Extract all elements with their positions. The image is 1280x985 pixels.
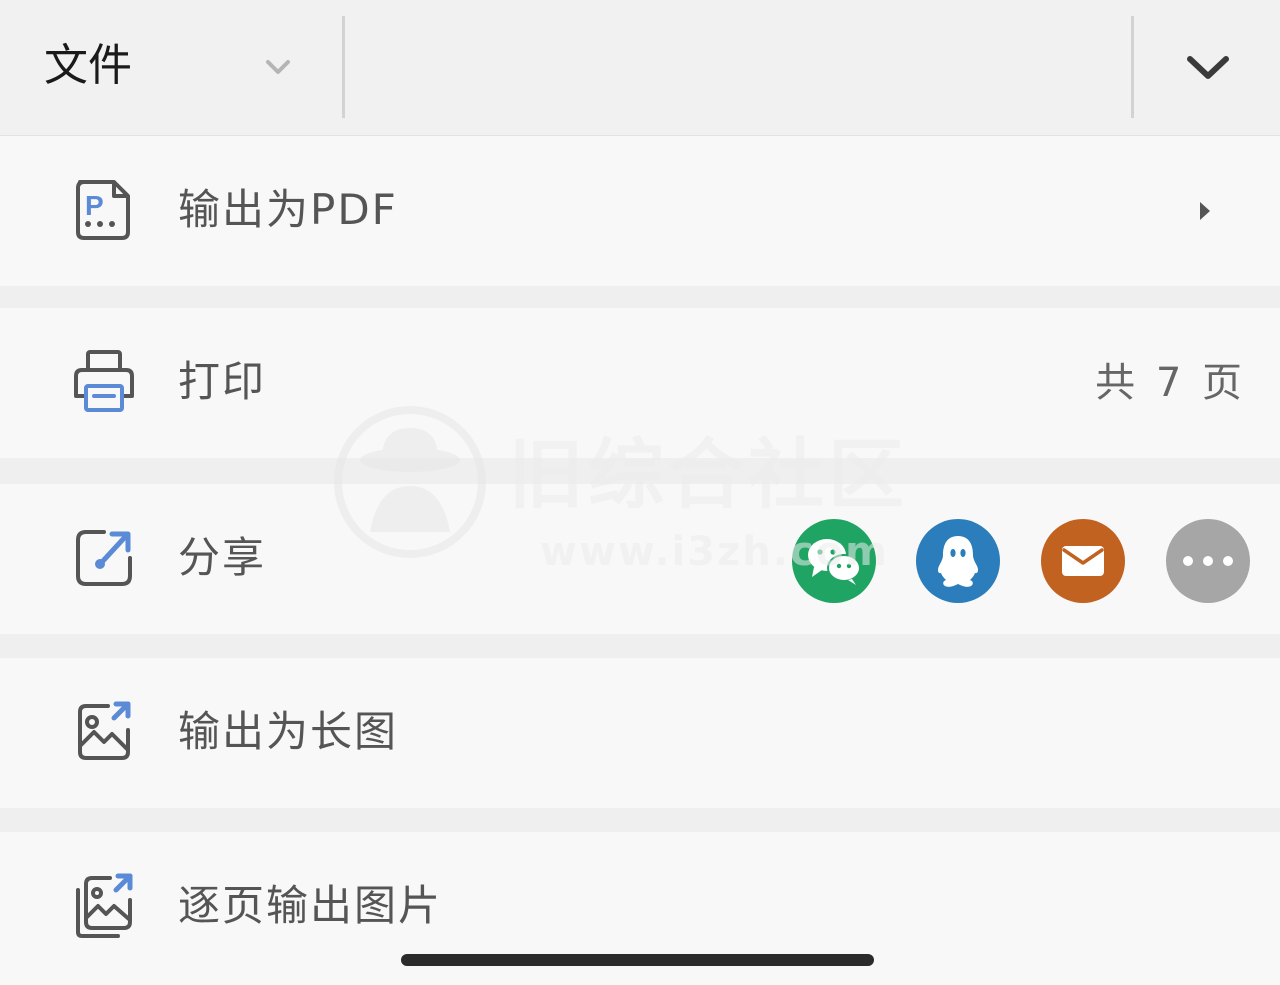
caret-right-icon — [1200, 202, 1210, 220]
toolbar: 文件 — [0, 0, 1280, 136]
mail-icon — [1062, 546, 1104, 576]
share-row: 分享 — [0, 484, 1280, 634]
share-mail-button[interactable] — [1041, 519, 1125, 603]
share-targets — [792, 519, 1252, 603]
page-count: 共 7 页 — [1095, 360, 1246, 406]
file-menu-title[interactable]: 文件 — [44, 38, 132, 94]
chevron-down-icon — [1187, 56, 1229, 79]
wechat-icon — [808, 539, 861, 585]
export-pdf-row[interactable]: P 输出为PDF — [0, 136, 1280, 286]
export-long-image-label: 输出为长图 — [178, 707, 399, 756]
export-page-images-label: 逐页输出图片 — [178, 881, 443, 930]
toolbar-divider-right — [1131, 16, 1134, 118]
share-label: 分享 — [178, 533, 267, 582]
chevron-down-icon[interactable] — [262, 52, 294, 82]
screen: 文件 P 输出为PDF 打印 共 7 页 分享 输出为长图 逐页输出图片 旧综合… — [0, 0, 1280, 985]
share-qq-button[interactable] — [916, 519, 1000, 603]
qq-icon — [937, 536, 979, 587]
home-indicator[interactable] — [401, 954, 874, 966]
collapse-panel-button[interactable] — [1176, 40, 1240, 94]
export-pdf-label: 输出为PDF — [178, 185, 398, 234]
page-images-icon — [76, 873, 133, 938]
share-more-button[interactable] — [1166, 519, 1250, 603]
svg-text:P: P — [85, 190, 104, 221]
more-icon — [1183, 556, 1233, 566]
pdf-icon: P — [76, 180, 130, 240]
print-row[interactable]: 打印 共 7 页 — [0, 308, 1280, 458]
share-wechat-button[interactable] — [792, 519, 876, 603]
print-label: 打印 — [178, 357, 267, 406]
printer-icon — [74, 350, 134, 412]
share-icon — [76, 530, 132, 586]
toolbar-divider-left — [342, 16, 345, 118]
long-image-icon — [78, 701, 131, 760]
export-long-image-row[interactable]: 输出为长图 — [0, 658, 1280, 808]
